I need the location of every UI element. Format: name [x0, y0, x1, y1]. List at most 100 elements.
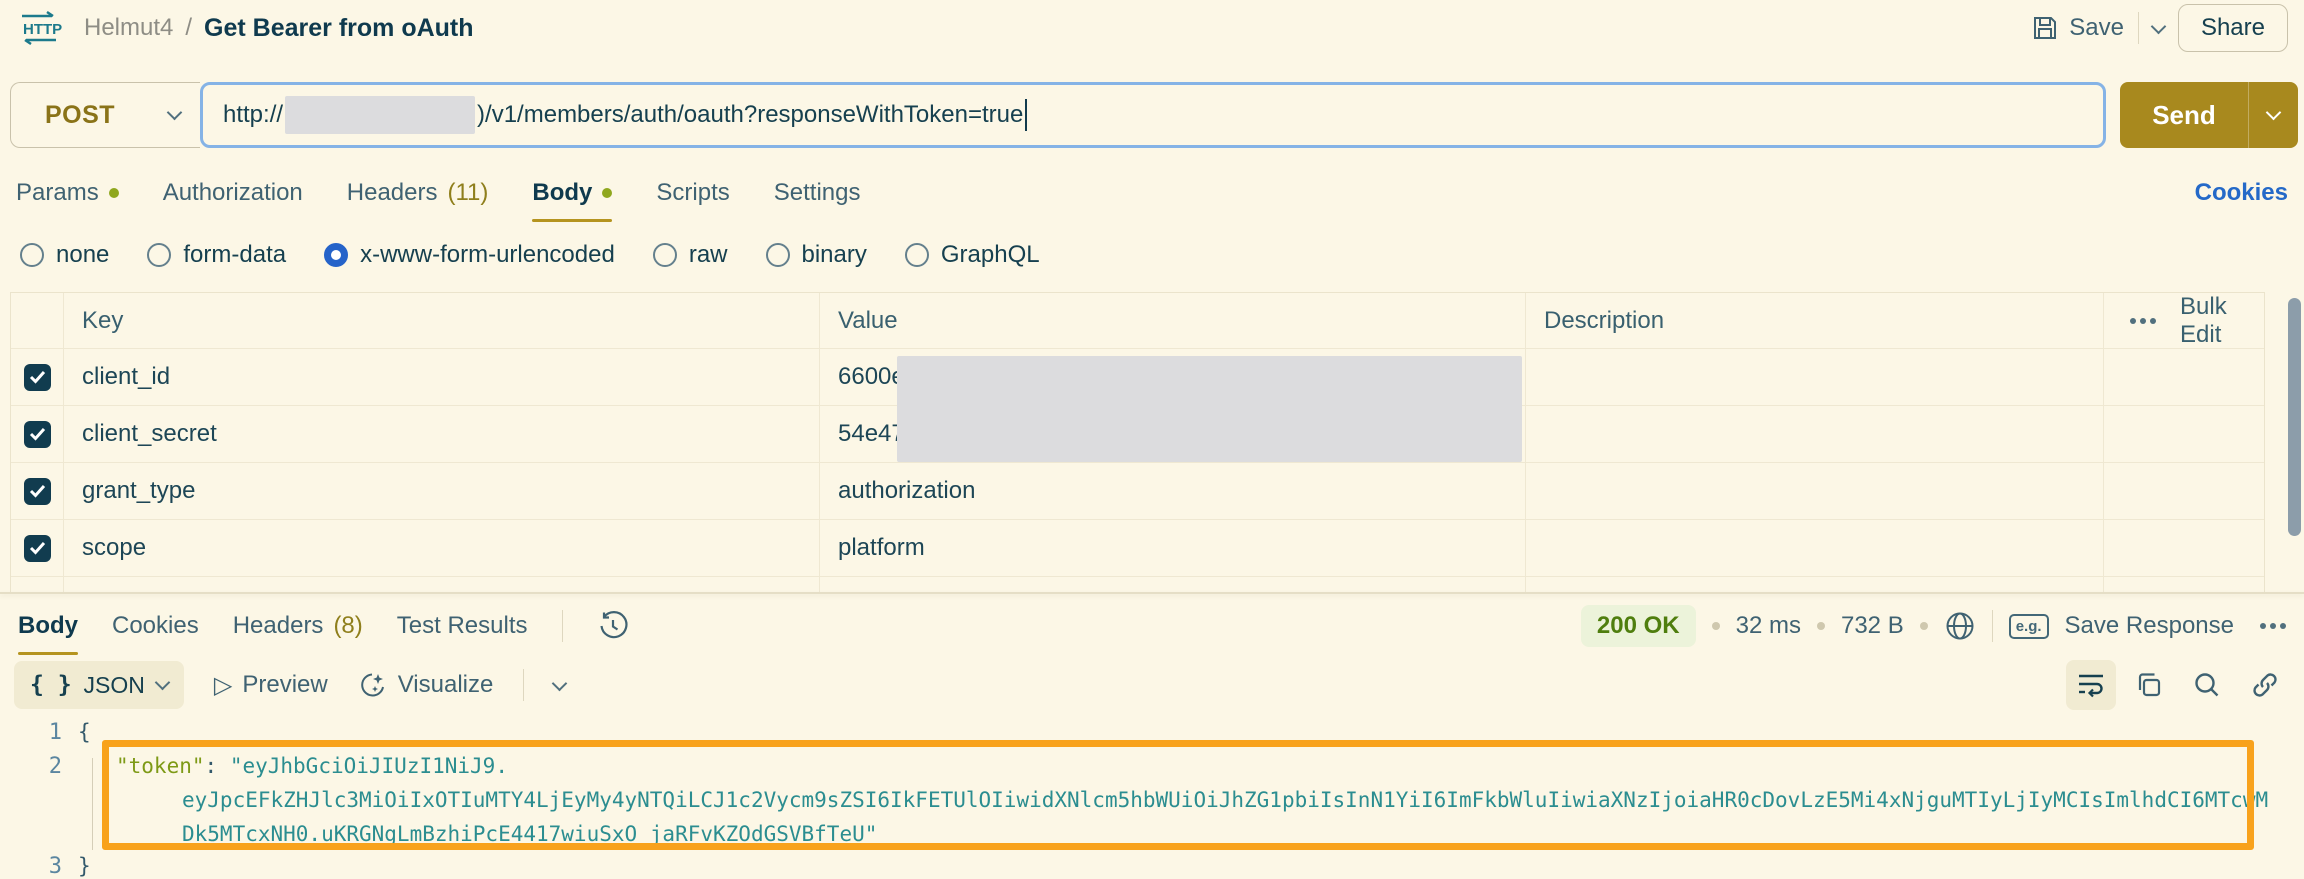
table-row: grant_type authorization — [11, 463, 2264, 520]
radio-icon — [20, 243, 44, 267]
cookies-link[interactable]: Cookies — [2195, 179, 2288, 207]
response-options-icon[interactable] — [2260, 623, 2286, 629]
line-number: 1 — [22, 720, 62, 745]
response-viewer-toolbar: { } JSON ▷ Preview Visualize — [0, 658, 2304, 712]
save-split-divider — [2138, 12, 2139, 44]
send-button[interactable]: Send — [2120, 82, 2298, 148]
method-chevron-icon — [167, 105, 183, 121]
share-button[interactable]: Share — [2178, 4, 2288, 52]
response-size[interactable]: 732 B — [1841, 612, 1904, 640]
column-header-description: Description — [1525, 293, 2103, 349]
example-icon: e.g. — [2009, 614, 2049, 639]
url-suffix: )/v1/members/auth/oauth?responseWithToke… — [477, 101, 1023, 129]
response-tab-cookies[interactable]: Cookies — [112, 595, 199, 657]
param-description-cell[interactable] — [1525, 463, 2103, 519]
save-response-button[interactable]: Save Response — [2065, 612, 2234, 640]
status-badge[interactable]: 200 OK — [1581, 605, 1696, 647]
radio-icon — [766, 243, 790, 267]
param-value-cell[interactable]: authorization — [819, 463, 1525, 519]
http-request-icon: HTTP — [16, 8, 62, 48]
line-number: 3 — [22, 854, 62, 879]
mode-binary[interactable]: binary — [766, 241, 867, 269]
method-label: POST — [45, 101, 169, 130]
tab-authorization[interactable]: Authorization — [163, 162, 303, 224]
param-key-cell[interactable]: client_id — [63, 349, 819, 405]
table-row: scope platform — [11, 520, 2264, 577]
row-checkbox-checked[interactable] — [24, 535, 51, 562]
param-description-cell[interactable] — [1525, 520, 2103, 576]
tab-settings[interactable]: Settings — [774, 162, 861, 224]
tab-headers[interactable]: Headers(11) — [347, 162, 489, 224]
method-selector[interactable]: POST — [10, 82, 200, 148]
url-redaction-block — [285, 96, 475, 134]
vertical-scrollbar[interactable] — [2288, 298, 2301, 536]
tab-body[interactable]: Body — [532, 162, 612, 224]
response-tab-test-results[interactable]: Test Results — [397, 595, 528, 657]
search-icon[interactable] — [2182, 660, 2232, 710]
param-description-cell[interactable] — [1525, 349, 2103, 405]
top-bar: HTTP Helmut4 / Get Bearer from oAuth Sav… — [0, 0, 2304, 56]
radio-icon — [147, 243, 171, 267]
wrap-indent-guide — [92, 758, 93, 850]
response-tab-headers[interactable]: Headers(8) — [233, 595, 363, 657]
send-options-chevron[interactable] — [2248, 82, 2298, 148]
visualize-button[interactable]: Visualize — [358, 670, 494, 700]
mode-x-www-form-urlencoded[interactable]: x-www-form-urlencoded — [324, 241, 615, 269]
floppy-disk-icon — [2031, 14, 2059, 42]
value-redaction-block — [897, 356, 1522, 462]
column-options-icon[interactable] — [2130, 318, 2156, 324]
viewer-options-chevron[interactable] — [554, 676, 565, 694]
row-checkbox-checked[interactable] — [24, 364, 51, 391]
row-checkbox-checked[interactable] — [24, 421, 51, 448]
breadcrumb-separator: / — [185, 14, 192, 42]
param-value-cell[interactable]: platform — [819, 520, 1525, 576]
radio-icon — [905, 243, 929, 267]
table-row-partial — [11, 577, 2264, 593]
text-caret — [1025, 99, 1027, 131]
save-button[interactable]: Save — [2031, 14, 2124, 42]
line-number: 2 — [22, 754, 62, 779]
modified-dot-icon — [109, 188, 119, 198]
json-open-brace: { — [78, 720, 91, 744]
save-options-chevron[interactable] — [2153, 19, 2164, 37]
mode-none[interactable]: none — [20, 241, 109, 269]
response-tab-body[interactable]: Body — [18, 595, 78, 657]
request-tabs: Params Authorization Headers(11) Body Sc… — [0, 162, 2304, 224]
column-header-value: Value — [819, 293, 1525, 349]
param-key-cell[interactable]: grant_type — [63, 463, 819, 519]
breadcrumb-collection[interactable]: Helmut4 — [84, 14, 173, 42]
row-checkbox-checked[interactable] — [24, 478, 51, 505]
format-chevron-icon — [155, 675, 171, 691]
response-time[interactable]: 32 ms — [1736, 612, 1801, 640]
breadcrumb-request-name[interactable]: Get Bearer from oAuth — [204, 14, 473, 43]
visualize-sparkle-icon — [358, 670, 388, 700]
modified-dot-icon — [602, 188, 612, 198]
mode-graphql[interactable]: GraphQL — [905, 241, 1040, 269]
preview-button[interactable]: ▷ Preview — [214, 671, 328, 700]
param-key-cell[interactable]: client_secret — [63, 406, 819, 462]
response-section-divider[interactable] — [0, 592, 2304, 594]
radio-icon — [653, 243, 677, 267]
link-icon[interactable] — [2240, 660, 2290, 710]
param-key-cell[interactable]: scope — [63, 520, 819, 576]
response-history-icon[interactable] — [597, 610, 629, 642]
token-highlight-box — [102, 740, 2254, 850]
param-description-cell[interactable] — [1525, 406, 2103, 462]
json-braces-icon: { } — [30, 672, 72, 698]
mode-form-data[interactable]: form-data — [147, 241, 286, 269]
column-header-key: Key — [63, 293, 819, 349]
bulk-edit-button[interactable]: Bulk Edit — [2180, 293, 2238, 349]
network-globe-icon[interactable] — [1944, 610, 1976, 642]
table-header-row: Key Value Description Bulk Edit — [11, 293, 2264, 349]
wrap-text-icon[interactable] — [2066, 660, 2116, 710]
json-close-brace: } — [78, 854, 91, 878]
tab-params[interactable]: Params — [16, 162, 119, 224]
mode-raw[interactable]: raw — [653, 241, 728, 269]
format-selector[interactable]: { } JSON — [14, 661, 184, 709]
body-mode-selector: none form-data x-www-form-urlencoded raw… — [0, 228, 2304, 282]
url-input[interactable]: http://)/v1/members/auth/oauth?responseW… — [200, 82, 2106, 148]
svg-text:HTTP: HTTP — [23, 21, 62, 38]
tab-scripts[interactable]: Scripts — [656, 162, 729, 224]
copy-icon[interactable] — [2124, 660, 2174, 710]
preview-icon: ▷ — [214, 671, 232, 700]
